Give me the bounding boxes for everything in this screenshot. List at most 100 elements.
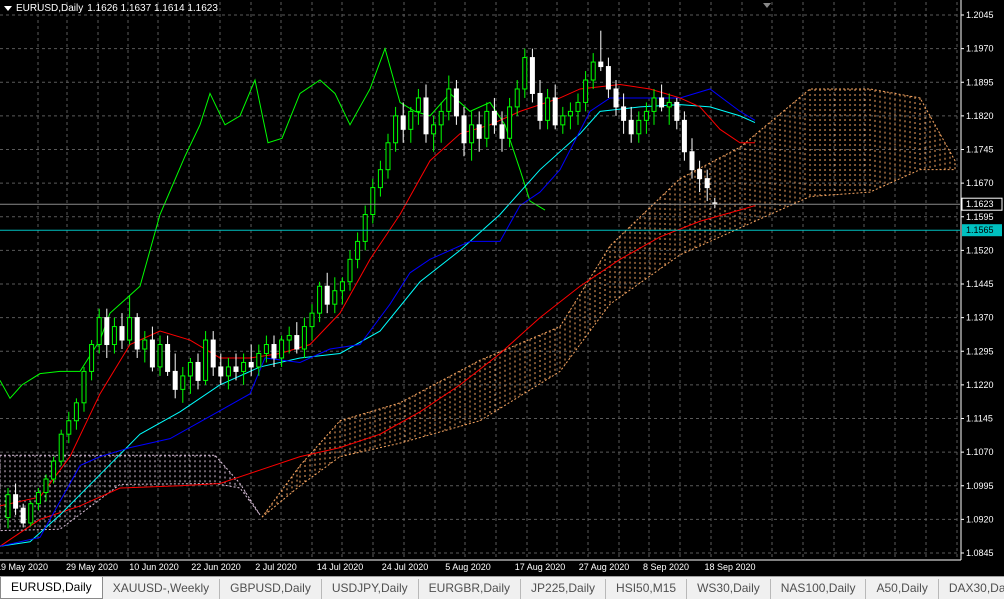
time-axis-label: 14 Jul 2020 bbox=[317, 562, 364, 572]
tab-gbpusd-daily[interactable]: GBPUSD,Daily bbox=[220, 579, 322, 599]
candle-body bbox=[567, 110, 573, 117]
candle-body bbox=[377, 169, 383, 189]
candle-body bbox=[89, 344, 95, 372]
chart-tab-bar: EURUSD,Daily XAUUSD-,Weekly GBPUSD,Daily US… bbox=[0, 576, 1004, 599]
candle-body bbox=[180, 375, 186, 390]
candle-body bbox=[499, 124, 505, 139]
price-axis-label: 1.1295 bbox=[966, 346, 994, 356]
tab-a50-daily[interactable]: A50,Daily bbox=[866, 579, 939, 599]
candle-body bbox=[613, 88, 619, 108]
candle-body bbox=[157, 344, 163, 368]
candle-body bbox=[187, 361, 193, 377]
candle-body bbox=[393, 115, 399, 144]
candle-body bbox=[651, 97, 657, 112]
candle-body bbox=[233, 366, 239, 372]
candle-body bbox=[241, 361, 247, 372]
candle-body bbox=[552, 97, 558, 126]
candle-body bbox=[621, 106, 627, 121]
candle-body bbox=[370, 187, 376, 216]
tab-label: A50,Daily bbox=[876, 581, 928, 595]
price-axis-label: 1.0995 bbox=[966, 481, 994, 491]
tab-ws30-daily[interactable]: WS30,Daily bbox=[687, 579, 771, 599]
horizontal-line-price-label: 1.1565 bbox=[966, 225, 994, 235]
candle-body bbox=[431, 124, 437, 135]
cloud-main bbox=[261, 88, 956, 518]
time-axis-label: 5 Aug 2020 bbox=[445, 562, 491, 572]
price-axis-label: 1.2045 bbox=[966, 10, 994, 20]
candle-body bbox=[66, 420, 72, 435]
candle-body bbox=[51, 460, 57, 480]
price-axis-label: 1.0920 bbox=[966, 514, 994, 524]
candle-body bbox=[73, 402, 79, 422]
candle-body bbox=[438, 110, 444, 126]
candle-body bbox=[248, 361, 254, 368]
candle-body bbox=[575, 101, 581, 112]
candle-body bbox=[256, 352, 262, 368]
candle-body bbox=[218, 366, 224, 377]
candle-body bbox=[598, 61, 604, 68]
candle-body bbox=[134, 317, 140, 350]
candle-body bbox=[203, 339, 209, 381]
candle-body bbox=[339, 281, 345, 292]
bid-price-label: 1.1623 bbox=[966, 199, 994, 209]
candle-body bbox=[636, 119, 642, 135]
candle-body bbox=[332, 290, 338, 305]
candle-body bbox=[20, 507, 26, 524]
candle-body bbox=[301, 326, 307, 350]
price-axis-label: 1.1070 bbox=[966, 447, 994, 457]
candle-body bbox=[13, 494, 19, 509]
tab-eurgbr-daily[interactable]: EURGBR,Daily bbox=[419, 579, 522, 599]
tab-usdjpy-daily[interactable]: USDJPY,Daily bbox=[322, 579, 419, 599]
candle-body bbox=[58, 433, 64, 462]
candle-body bbox=[28, 503, 34, 524]
candle-body bbox=[461, 115, 467, 144]
time-axis-label: 18 Sep 2020 bbox=[704, 562, 755, 572]
candle-body bbox=[309, 312, 315, 328]
price-axis-label: 1.1370 bbox=[966, 313, 994, 323]
price-axis-label: 1.1745 bbox=[966, 145, 994, 155]
time-axis-label: 10 Jun 2020 bbox=[129, 562, 179, 572]
price-axis-label: 1.1445 bbox=[966, 279, 994, 289]
price-axis-label: 1.1895 bbox=[966, 77, 994, 87]
tab-label: DAX30,Dai bbox=[948, 581, 1004, 595]
candle-body bbox=[507, 106, 513, 139]
tab-eurusd-daily[interactable]: EURUSD,Daily bbox=[0, 577, 103, 599]
tab-xauusd-weekly[interactable]: XAUUSD-,Weekly bbox=[103, 579, 221, 599]
candle-body bbox=[142, 339, 148, 350]
tab-dax30-dai[interactable]: DAX30,Dai bbox=[939, 579, 1004, 599]
candle-body bbox=[149, 339, 155, 368]
candle-body bbox=[324, 285, 330, 305]
candle-body bbox=[469, 124, 475, 144]
chart-window[interactable]: 1.2045 1.1970 1.1895 1.1820 1.1745 1.1670 1.15… bbox=[0, 0, 1004, 576]
tab-label: USDJPY,Daily bbox=[331, 581, 408, 595]
candle-body bbox=[119, 326, 125, 341]
candle-body bbox=[689, 151, 695, 171]
price-chart[interactable]: 1.2045 1.1970 1.1895 1.1820 1.1745 1.1670 1.15… bbox=[0, 0, 1004, 576]
time-axis-label: 24 Jul 2020 bbox=[382, 562, 429, 572]
candle-body bbox=[643, 110, 649, 121]
candle-body bbox=[590, 61, 596, 81]
ma-long-line bbox=[0, 205, 756, 547]
candle-body bbox=[453, 88, 459, 117]
candle-body bbox=[605, 66, 611, 90]
candle-body bbox=[5, 494, 11, 519]
tab-hsi50-m15[interactable]: HSI50,M15 bbox=[606, 579, 688, 599]
tab-label: NAS100,Daily bbox=[780, 581, 856, 595]
candle-body bbox=[484, 110, 490, 139]
candle-body bbox=[127, 317, 133, 341]
candle-body bbox=[423, 97, 429, 135]
time-axis-label: 27 Aug 2020 bbox=[579, 562, 630, 572]
candle-body bbox=[400, 115, 406, 130]
kijun-line bbox=[0, 88, 756, 547]
candle-body bbox=[674, 101, 680, 121]
candle-body bbox=[522, 57, 528, 90]
tab-jp225-daily[interactable]: JP225,Daily bbox=[521, 579, 607, 599]
candle-body bbox=[195, 361, 201, 381]
tab-nas100-daily[interactable]: NAS100,Daily bbox=[771, 579, 867, 599]
candle-body bbox=[666, 101, 672, 108]
price-axis-label: 1.1820 bbox=[966, 111, 994, 121]
tab-label: HSI50,M15 bbox=[616, 581, 677, 595]
candle-body bbox=[545, 97, 551, 121]
price-axis-label: 1.0845 bbox=[966, 548, 994, 558]
candle-body bbox=[491, 110, 497, 126]
